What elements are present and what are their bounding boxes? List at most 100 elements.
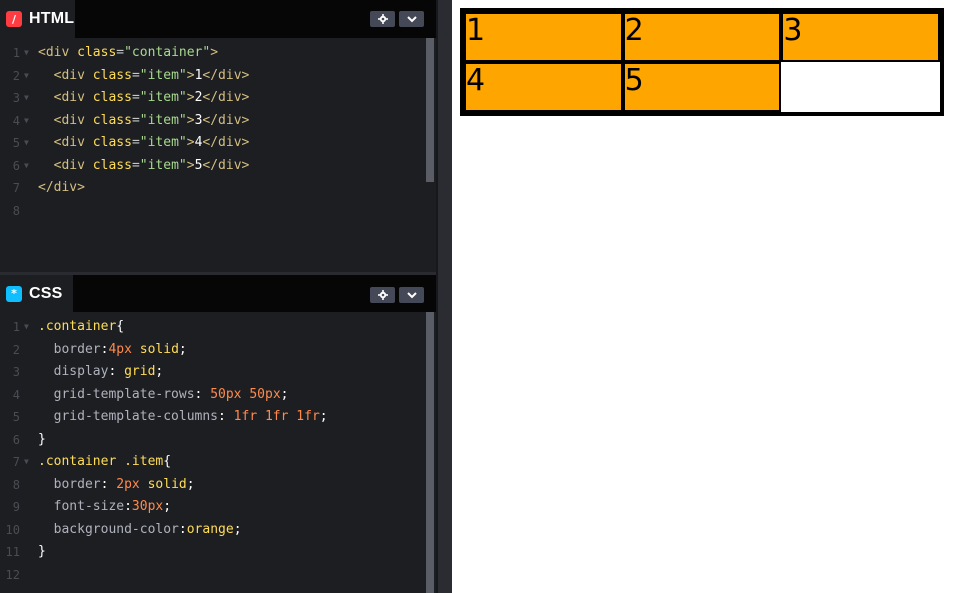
code-token: class <box>92 112 132 128</box>
code-token: } <box>38 544 46 559</box>
fold-arrow-icon[interactable]: ▼ <box>24 42 29 65</box>
css-code-line[interactable]: 10 background-color:orange; <box>0 519 422 542</box>
html-code-line[interactable]: 8 <box>0 200 422 223</box>
code-token: <div <box>38 112 93 128</box>
css-code-line[interactable]: 1 ▼ .container{ <box>0 316 422 339</box>
code-token: = <box>131 135 140 150</box>
line-number: 8 <box>12 477 20 492</box>
code-token: class <box>92 67 132 83</box>
css-code-line[interactable]: 6} <box>0 429 422 452</box>
code-text: </div> <box>38 177 85 200</box>
code-token: class <box>92 135 132 150</box>
gear-icon <box>377 290 388 300</box>
code-token: <div <box>38 67 93 83</box>
css-icon: * <box>6 285 22 302</box>
css-pane-header: * CSS <box>0 272 436 312</box>
css-code-line[interactable]: 2 border:4px solid; <box>0 339 422 362</box>
html-code-lines: 1 ▼ <div class="container"> 2 ▼ <div class="… <box>0 42 422 222</box>
css-code-lines: 1 ▼ .container{2 border:4px solid; 3 displa… <box>0 316 422 586</box>
code-token: ; <box>155 364 164 379</box>
code-token: : <box>194 386 211 402</box>
css-collapse-button[interactable] <box>399 287 424 303</box>
fold-arrow-icon[interactable]: ▼ <box>24 65 29 88</box>
css-code-line[interactable]: 11} <box>0 541 422 564</box>
preview-grid-container: 1 2 3 4 5 <box>460 8 944 116</box>
css-code-line[interactable]: 5 grid-template-columns: 1fr 1fr 1fr; <box>0 406 422 429</box>
pane-resize-handle[interactable] <box>436 0 452 593</box>
code-token: solid <box>131 341 179 357</box>
pane-divider-line <box>436 0 438 593</box>
line-number: 9 <box>12 500 20 514</box>
code-token: ; <box>280 386 289 402</box>
fold-arrow-icon[interactable]: ▼ <box>24 87 29 110</box>
code-token: <div <box>38 135 93 150</box>
css-code-area[interactable]: 1 ▼ .container{2 border:4px solid; 3 displa… <box>0 312 436 593</box>
html-code-line[interactable]: 2 ▼ <div class="item">1</div> <box>0 65 422 88</box>
css-code-line[interactable]: 3 display: grid; <box>0 361 422 384</box>
grid-item: 2 <box>622 12 782 62</box>
html-settings-button[interactable] <box>370 11 395 27</box>
html-scrollbar[interactable] <box>426 38 434 182</box>
html-collapse-button[interactable] <box>399 11 424 27</box>
css-code-line[interactable]: 4 grid-template-rows: 50px 50px; <box>0 384 422 407</box>
css-settings-button[interactable] <box>370 287 395 303</box>
html-code-line[interactable]: 1 ▼ <div class="container"> <box>0 42 422 65</box>
code-token: background-color <box>38 521 179 537</box>
code-text: <div class="container"> <box>38 42 218 65</box>
gear-icon <box>377 14 388 24</box>
css-tab[interactable]: * CSS <box>0 275 73 312</box>
line-number: 6 <box>12 432 20 447</box>
code-token: { <box>163 454 172 469</box>
code-text: } <box>38 541 46 564</box>
css-code-line[interactable]: 9 font-size:30px; <box>0 496 422 519</box>
chevron-down-icon <box>406 15 417 22</box>
fold-arrow-icon[interactable]: ▼ <box>24 110 29 133</box>
css-code-line[interactable]: 8 border: 2px solid; <box>0 474 422 497</box>
line-number: 4 <box>12 387 20 402</box>
code-token: } <box>38 431 46 447</box>
fold-arrow-icon[interactable]: ▼ <box>24 451 29 474</box>
code-token: border <box>38 341 101 357</box>
code-token: 50px 50px <box>210 386 281 402</box>
line-number: 1 <box>12 46 20 60</box>
fold-arrow-icon[interactable]: ▼ <box>24 132 29 155</box>
fold-arrow-icon[interactable]: ▼ <box>24 155 29 178</box>
html-editor-pane: / HTML 1 ▼ <div class="container"> 2 ▼ <… <box>0 0 436 272</box>
code-token: "item" <box>139 67 187 83</box>
html-code-line[interactable]: 6 ▼ <div class="item">5</div> <box>0 155 422 178</box>
line-number: 7 <box>12 181 20 195</box>
code-token: orange <box>186 521 234 537</box>
code-text: display: grid; <box>38 361 164 384</box>
code-token: > <box>210 45 219 60</box>
css-scrollbar[interactable] <box>426 312 434 593</box>
code-token: = <box>131 157 140 173</box>
code-token: .container <box>38 319 117 334</box>
code-text: grid-template-columns: 1fr 1fr 1fr; <box>38 406 328 429</box>
html-code-line[interactable]: 7 </div> <box>0 177 422 200</box>
code-token: class <box>92 90 132 105</box>
html-code-line[interactable]: 4 ▼ <div class="item">3</div> <box>0 110 422 133</box>
code-token: : <box>178 521 187 537</box>
code-token: 4px <box>108 341 132 357</box>
line-number: 7 <box>12 455 20 469</box>
code-token: { <box>116 319 125 334</box>
code-token: ; <box>178 341 187 357</box>
code-text: grid-template-rows: 50px 50px; <box>38 384 289 407</box>
line-number: 2 <box>12 68 20 83</box>
code-token: </div> <box>202 67 250 83</box>
css-code-line[interactable]: 12 <box>0 564 422 587</box>
html-code-area[interactable]: 1 ▼ <div class="container"> 2 ▼ <div class="… <box>0 38 436 272</box>
code-text: <div class="item">4</div> <box>38 132 250 155</box>
fold-arrow-icon[interactable]: ▼ <box>24 316 29 339</box>
html-code-line[interactable]: 5 ▼ <div class="item">4</div> <box>0 132 422 155</box>
code-text: <div class="item">2</div> <box>38 87 250 110</box>
line-number: 12 <box>5 567 20 582</box>
html-tab[interactable]: / HTML <box>0 0 75 38</box>
css-code-line[interactable]: 7 ▼ .container .item{ <box>0 451 422 474</box>
line-number: 2 <box>12 342 20 357</box>
code-token: 1fr 1fr 1fr <box>233 409 320 424</box>
code-token: </div> <box>202 112 250 128</box>
html-code-line[interactable]: 3 ▼ <div class="item">2</div> <box>0 87 422 110</box>
grid-item: 1 <box>464 12 623 62</box>
css-tab-label: CSS <box>29 284 63 302</box>
